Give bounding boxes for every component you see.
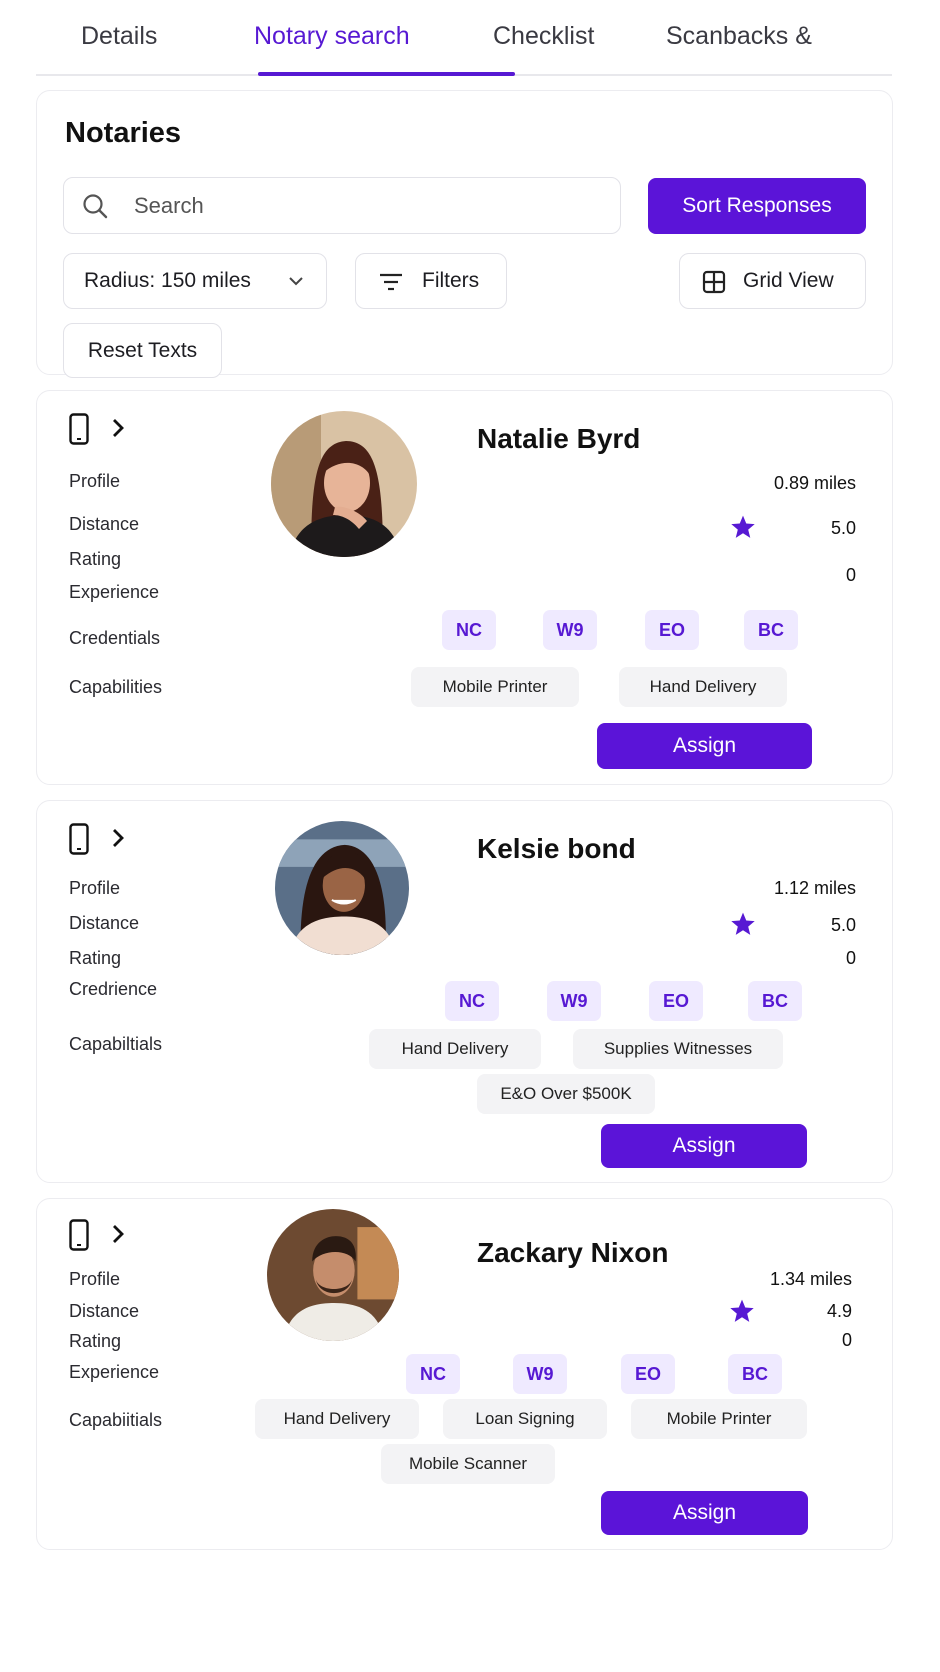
capabilities-label: Capabiltials: [69, 1034, 163, 1054]
credential-badge: BC: [744, 610, 798, 650]
credential-badge: NC: [406, 1354, 460, 1394]
credential-badge: BC: [748, 981, 802, 1021]
grid-icon: [702, 270, 726, 294]
credential-badge: W9: [547, 981, 601, 1021]
credentials-label: Credentials: [69, 628, 161, 648]
star-icon: [730, 1299, 754, 1322]
sort-responses-button[interactable]: Sort Responses: [648, 178, 866, 234]
notary-card: Profile Distance Rating Experience Capab…: [36, 1198, 893, 1550]
avatar[interactable]: [267, 1209, 399, 1341]
capabilities-label: Capabiitials: [69, 1410, 163, 1430]
chevron-right-icon[interactable]: [111, 1223, 125, 1245]
experience-label: Experience: [69, 1362, 160, 1382]
search-box[interactable]: [63, 177, 621, 234]
rating-label: Rating: [69, 1331, 122, 1351]
phone-icon[interactable]: [69, 1219, 89, 1251]
capability-chip: Mobile Printer: [411, 667, 579, 707]
distance-value: 0.89 miles: [773, 473, 856, 493]
filter-icon: [380, 273, 402, 291]
notary-name[interactable]: Kelsie bond: [477, 833, 636, 865]
radius-select-label: Radius: 150 miles: [84, 269, 251, 292]
avatar[interactable]: [271, 411, 417, 557]
page-title: Notaries: [65, 117, 182, 149]
credentials-label: Credrience: [69, 979, 158, 999]
distance-value: 1.34 miles: [769, 1269, 852, 1289]
capability-chip: E&O Over $500K: [477, 1074, 655, 1114]
rating-label: Rating: [69, 549, 122, 569]
chevron-right-icon[interactable]: [111, 827, 125, 849]
distance-value: 1.12 miles: [773, 878, 856, 898]
notary-name[interactable]: Zackary Nixon: [477, 1237, 668, 1269]
credential-badge: BC: [728, 1354, 782, 1394]
capability-chip: Hand Delivery: [619, 667, 787, 707]
distance-label: Distance: [69, 913, 140, 933]
filters-label: Filters: [422, 269, 480, 292]
grid-view-label: Grid View: [743, 269, 834, 292]
phone-icon[interactable]: [69, 413, 89, 445]
phone-icon[interactable]: [69, 823, 89, 855]
credential-badge: EO: [645, 610, 699, 650]
notary-card: Profile Distance Rating Experience Crede…: [36, 390, 893, 785]
capability-chip: Mobile Scanner: [381, 1444, 555, 1484]
credential-badge: EO: [649, 981, 703, 1021]
notary-card: Profile Distance Rating Credrience Capab…: [36, 800, 893, 1183]
chevron-down-icon: [289, 277, 303, 286]
tab-bar: Details Notary search Checklist Scanback…: [36, 0, 892, 76]
credential-badge: EO: [621, 1354, 675, 1394]
credential-badge: W9: [543, 610, 597, 650]
assign-button[interactable]: Assign: [597, 723, 812, 769]
grid-view-button[interactable]: Grid View: [679, 253, 866, 309]
notaries-search-panel: Notaries Sort Responses Radius: 150 mile…: [36, 90, 893, 378]
experience-value: 0: [841, 1330, 852, 1350]
radius-select[interactable]: Radius: 150 miles: [63, 253, 327, 309]
profile-label: Profile: [69, 878, 121, 898]
avatar[interactable]: [275, 821, 409, 955]
search-input[interactable]: [134, 190, 604, 222]
filters-button[interactable]: Filters: [355, 253, 507, 309]
distance-label: Distance: [69, 1301, 140, 1321]
capability-chip: Supplies Witnesses: [573, 1029, 783, 1069]
credential-badge: NC: [442, 610, 496, 650]
capability-chip: Hand Delivery: [255, 1399, 419, 1439]
chevron-right-icon[interactable]: [111, 417, 125, 439]
star-icon: [731, 515, 755, 538]
rating-value: 5.0: [830, 518, 856, 538]
rating-label: Rating: [69, 948, 122, 968]
tab-checklist[interactable]: Checklist: [493, 22, 594, 51]
capability-chip: Loan Signing: [443, 1399, 607, 1439]
credential-badge: NC: [445, 981, 499, 1021]
notary-name[interactable]: Natalie Byrd: [477, 423, 640, 455]
tab-details[interactable]: Details: [81, 22, 157, 51]
experience-value: 0: [845, 565, 856, 585]
assign-button[interactable]: Assign: [601, 1491, 808, 1535]
star-icon: [731, 912, 755, 935]
rating-value: 5.0: [830, 915, 856, 935]
profile-label: Profile: [69, 471, 121, 491]
active-tab-indicator: [258, 72, 515, 76]
rating-value: 4.9: [826, 1301, 852, 1321]
capability-chip: Hand Delivery: [369, 1029, 541, 1069]
experience-label: Experience: [69, 582, 160, 602]
search-icon: [83, 194, 108, 219]
experience-value: 0: [845, 948, 856, 968]
profile-label: Profile: [69, 1269, 121, 1289]
credential-badge: W9: [513, 1354, 567, 1394]
capability-chip: Mobile Printer: [631, 1399, 807, 1439]
tab-scanbacks[interactable]: Scanbacks &: [666, 22, 812, 51]
reset-texts-button[interactable]: Reset Texts: [63, 323, 222, 378]
capabilities-label: Capabilities: [69, 677, 163, 697]
distance-label: Distance: [69, 514, 140, 534]
assign-button[interactable]: Assign: [601, 1124, 807, 1168]
tab-notary-search[interactable]: Notary search: [254, 22, 410, 51]
